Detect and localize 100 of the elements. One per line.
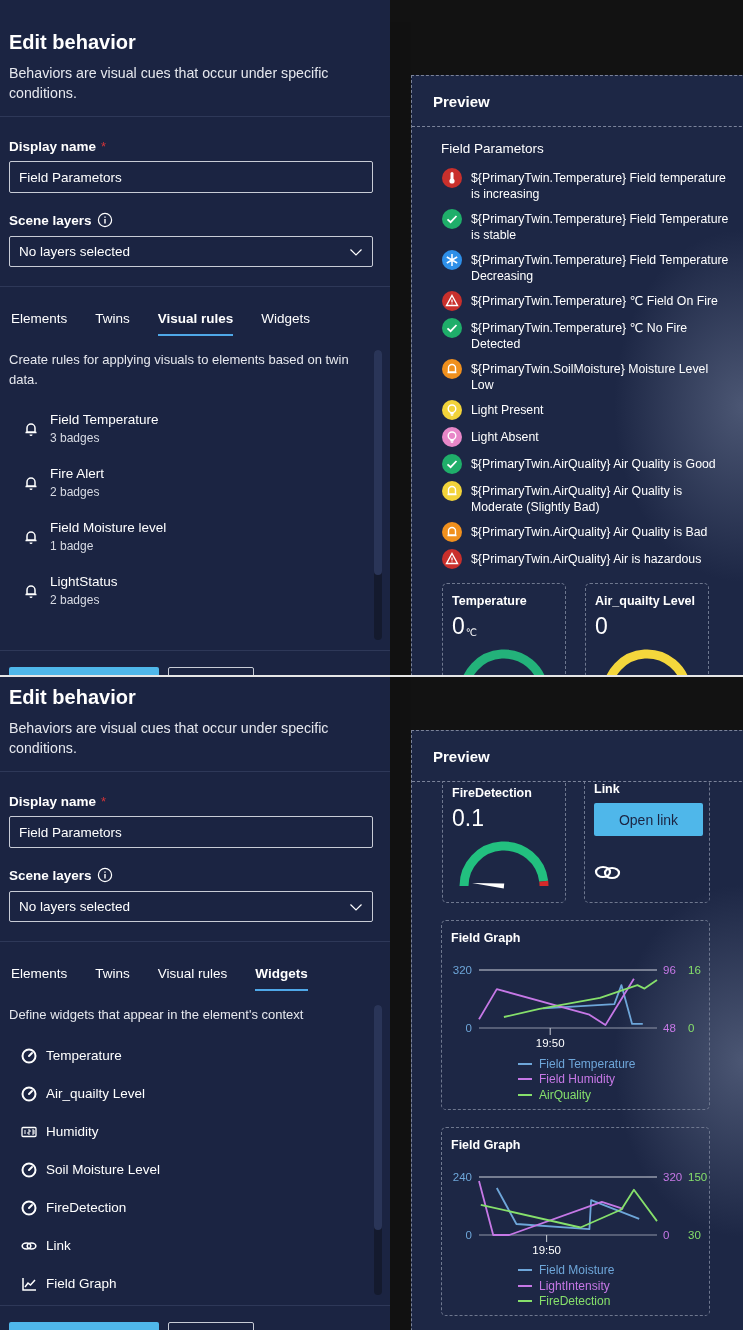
tab[interactable]: Twins: [95, 964, 130, 991]
tab[interactable]: Visual rules: [157, 309, 234, 336]
field-label: Display name: [9, 793, 97, 809]
panel-description: Behaviors are visual cues that occur under specific conditions.: [9, 719, 330, 758]
info-icon: [96, 867, 113, 883]
badge-count: 3 badges: [50, 430, 101, 447]
field-label: Scene layers: [9, 867, 92, 883]
badge-label: ${PrimaryTwin.Temperature} ℃ No Fire Detected: [471, 320, 689, 352]
bell-icon: [23, 529, 39, 545]
legend-label: Field Temperature: [539, 1056, 636, 1071]
rule-name[interactable]: Field Moisture level: [50, 519, 167, 537]
widget-name[interactable]: FireDetection: [46, 1199, 127, 1217]
bell-icon: [23, 475, 39, 491]
field-label: Display name: [9, 138, 97, 154]
bell-icon: [23, 583, 39, 599]
scrollbar[interactable]: [374, 1005, 382, 1295]
tab[interactable]: Widgets: [261, 309, 311, 336]
axis-label: 48: [663, 1022, 676, 1034]
rule-name[interactable]: LightStatus: [50, 573, 118, 591]
tab[interactable]: Twins: [95, 309, 130, 336]
badge-count: 2 badges: [50, 592, 101, 609]
widget-value: 0.1: [452, 804, 484, 832]
scene-layers-dropdown[interactable]: No layers selected: [9, 236, 373, 267]
axis-label: 0: [465, 1228, 472, 1241]
axis-label: 150: [688, 1170, 708, 1183]
display-name-field[interactable]: Field Parametors: [9, 816, 373, 848]
widget-title: Temperature: [452, 593, 528, 609]
gauge-icon: [21, 1086, 37, 1102]
axis-label: 19:50: [535, 1037, 565, 1049]
tab-description: Create rules for applying visuals to elements based on twin data.: [9, 351, 350, 389]
open-link-button[interactable]: Open link: [594, 803, 703, 836]
tab[interactable]: Elements: [11, 964, 68, 991]
panel-title: Edit behavior: [9, 685, 137, 710]
badge-label: ${PrimaryTwin.Temperature} Field Temperature Decreasing: [471, 252, 730, 284]
legend-label: Field Moisture: [539, 1263, 615, 1278]
badge-label: ${PrimaryTwin.AirQuality} Air Quality is Bad: [471, 524, 709, 540]
widget-title: Air_quailty Level: [595, 593, 697, 609]
legend-label: Field Humidity: [539, 1072, 616, 1087]
badge-label: Light Absent: [471, 429, 540, 445]
gauge-icon: [21, 1200, 37, 1216]
widget-name[interactable]: Air_quailty Level: [46, 1085, 146, 1103]
number-icon: [21, 1124, 37, 1140]
widget-title: FireDetection: [452, 785, 533, 801]
badge-count: 1 badge: [50, 538, 95, 555]
widget-name[interactable]: Soil Moisture Level: [46, 1161, 161, 1179]
widget-name[interactable]: Link: [46, 1237, 71, 1255]
axis-label: 320: [663, 1170, 683, 1183]
panel-description: Behaviors are visual cues that occur under specific conditions.: [9, 64, 330, 103]
required-mark: *: [101, 138, 107, 154]
display-name-field[interactable]: Field Parametors: [9, 161, 373, 193]
axis-label: 320: [452, 964, 472, 976]
required-mark: *: [101, 793, 107, 809]
axis-label: 0: [663, 1228, 670, 1241]
legend-label: LightIntensity: [539, 1278, 610, 1293]
info-icon: [96, 212, 113, 228]
axis-label: 0: [465, 1022, 472, 1034]
widget-title: Link: [594, 782, 621, 797]
panel-title: Edit behavior: [9, 30, 137, 55]
widget-value: 0: [452, 612, 465, 640]
badge-label: ${PrimaryTwin.SoilMoisture} Moisture Level Low: [471, 361, 710, 393]
axis-label: 16: [688, 964, 701, 976]
tab[interactable]: Widgets: [255, 964, 308, 991]
preview-title: Preview: [433, 747, 490, 765]
tab[interactable]: Elements: [11, 309, 68, 336]
line-chart-icon: [21, 1276, 37, 1292]
badge-label: ${PrimaryTwin.AirQuality} Air Quality is Good: [471, 456, 717, 472]
gauge-icon: [21, 1162, 37, 1178]
behavior-name: Field Parametors: [441, 140, 545, 158]
badge-label: ${PrimaryTwin.AirQuality} Air is hazardous: [471, 551, 703, 567]
badge-label: ${PrimaryTwin.AirQuality} Air Quality is Moderate (Slightly Bad): [471, 483, 684, 515]
field-label: Scene layers: [9, 212, 92, 228]
badge-label: ${PrimaryTwin.Temperature} Field temperature is increasing: [471, 170, 727, 202]
axis-label: 19:50: [532, 1243, 562, 1256]
widget-title: Field Graph: [451, 930, 522, 946]
axis-label: 96: [663, 964, 676, 976]
scrollbar[interactable]: [374, 350, 382, 640]
preview-title: Preview: [433, 92, 490, 110]
badge-label: ${PrimaryTwin.Temperature} ℃ Field On Fire: [471, 293, 719, 309]
gauge-needle: [472, 883, 505, 889]
widget-value: 0: [595, 612, 608, 640]
tab-description: Define widgets that appear in the element's context: [9, 1006, 305, 1024]
legend-label: FireDetection: [539, 1294, 611, 1309]
rule-name[interactable]: Fire Alert: [50, 465, 104, 483]
badge-label: Light Present: [471, 402, 545, 418]
bell-icon: [23, 421, 39, 437]
badge-label: ${PrimaryTwin.Temperature} Field Temperature is stable: [471, 211, 730, 243]
widget-title: Field Graph: [451, 1136, 522, 1153]
rule-name[interactable]: Field Temperature: [50, 411, 159, 429]
gauge-limit-segment: [539, 880, 549, 887]
unit-label: ℃: [465, 626, 478, 640]
widget-name[interactable]: Humidity: [46, 1123, 99, 1141]
axis-label: 0: [688, 1022, 695, 1034]
tab[interactable]: Visual rules: [157, 964, 228, 991]
widget-name[interactable]: Field Graph: [46, 1275, 117, 1293]
widget-name[interactable]: Temperature: [46, 1047, 122, 1065]
gauge-icon: [21, 1048, 37, 1064]
scene-layers-dropdown[interactable]: No layers selected: [9, 891, 373, 922]
axis-label: 240: [452, 1170, 472, 1183]
legend-label: AirQuality: [539, 1087, 591, 1102]
axis-label: 30: [688, 1228, 701, 1241]
